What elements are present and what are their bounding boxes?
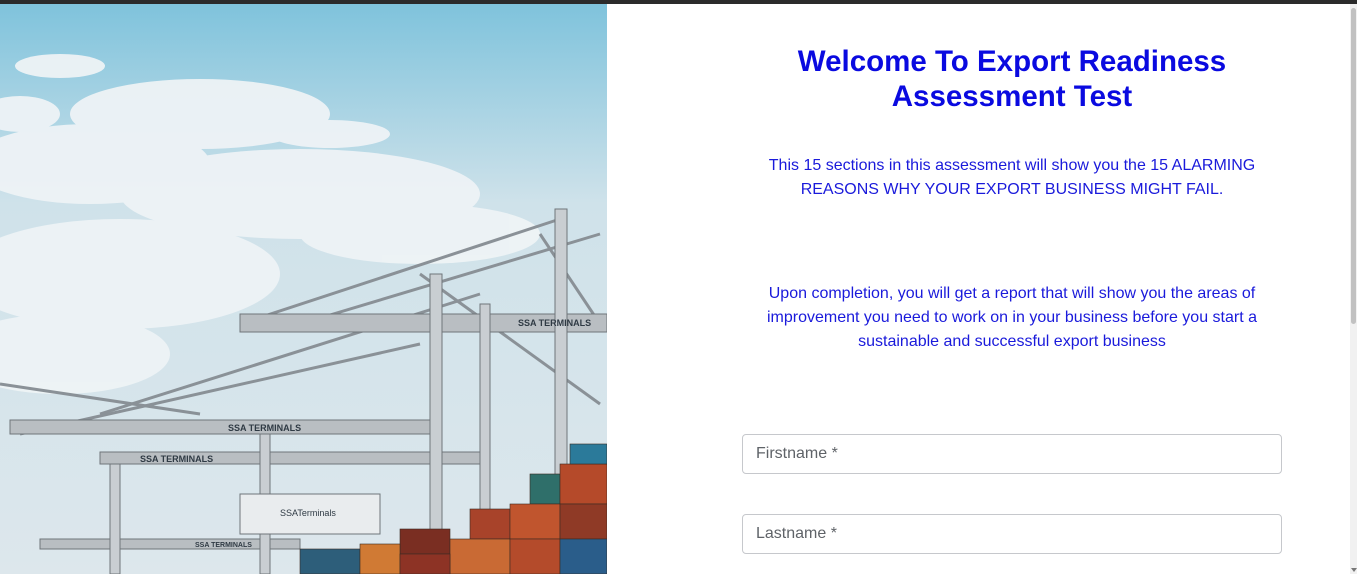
crane-label: SSA TERMINALS [140, 454, 213, 464]
crane-label: SSA TERMINALS [228, 423, 301, 433]
assessment-panel: Welcome To Export Readiness Assessment T… [607, 4, 1350, 574]
scrollbar-thumb[interactable] [1351, 8, 1356, 324]
scroll-down-arrow-icon[interactable] [1351, 568, 1357, 572]
hero-image-port-cranes: SSA TERMINALS SSA TERMINALS SSA TERMINAL… [0, 4, 607, 574]
crane-label: SSA TERMINALS [195, 542, 252, 549]
intro-text: This 15 sections in this assessment will… [768, 157, 1256, 198]
page-title: Welcome To Export Readiness Assessment T… [797, 45, 1227, 113]
firstname-input[interactable] [742, 434, 1282, 474]
ship-label: SSATerminals [280, 508, 336, 518]
page-scrollbar[interactable] [1350, 4, 1357, 574]
lastname-input[interactable] [742, 514, 1282, 554]
crane-label: SSA TERMINALS [518, 318, 591, 328]
completion-text: Upon completion, you will get a report t… [766, 285, 1258, 350]
